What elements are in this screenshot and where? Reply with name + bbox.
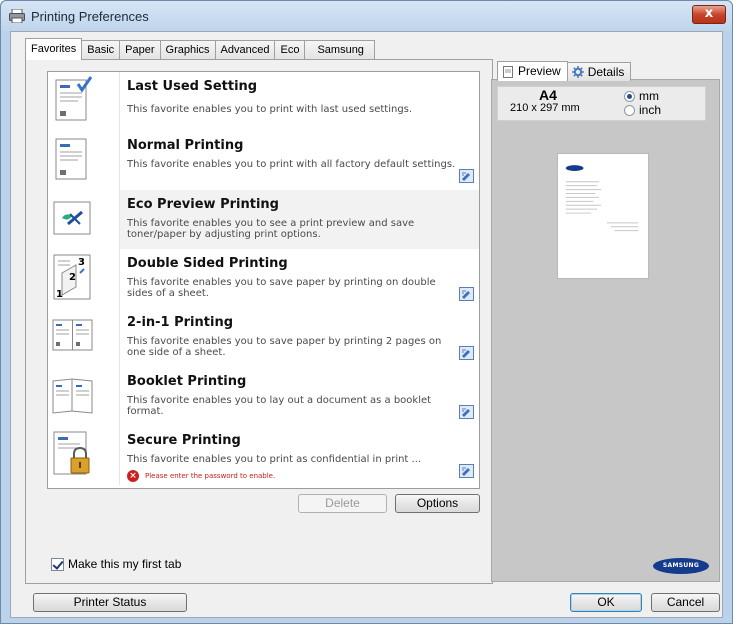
unit-inch-label: inch [639,103,662,117]
preview-page-icon [503,65,513,78]
title-bar[interactable]: Printing Preferences x [1,1,732,31]
cancel-button[interactable]: Cancel [651,593,720,612]
favorite-2-in-1-printing[interactable]: 2-in-1 Printing This favorite enables yo… [48,308,479,367]
favorite-description: This favorite enables you to print with … [127,104,413,115]
last-used-document-icon [55,76,93,121]
edit-favorite-icon[interactable] [459,405,474,419]
preview-tab-strip: Preview Details [497,61,632,81]
svg-text:1: 1 [56,289,63,300]
favorite-description: This favorite enables you to see a print… [127,218,415,240]
window-title: Printing Preferences [31,9,149,24]
tab-basic[interactable]: Basic [81,40,121,60]
favorite-description: This favorite enables you to print with … [127,159,456,170]
favorite-title: Last Used Setting [127,79,258,94]
secure-error-row: × Please enter the password to enable. [127,470,275,482]
samsung-logo: SAMSUNG [653,558,709,574]
favorite-normal-printing[interactable]: Normal Printing This favorite enables yo… [48,131,479,190]
favorite-double-sided-printing[interactable]: 3 2 1 Double Sided Printing This favorit… [48,249,479,308]
booklet-icon [52,378,93,414]
printer-status-button[interactable]: Printer Status [33,593,187,612]
secure-lock-icon [53,431,90,475]
favorite-title: Double Sided Printing [127,256,288,271]
options-button[interactable]: Options [395,494,480,513]
paper-dimensions: 210 x 297 mm [510,102,580,114]
normal-document-icon [55,138,87,180]
favorites-list: Last Used Setting This favorite enables … [47,71,480,489]
favorite-description: This favorite enables you to print as co… [127,454,422,465]
tab-preview[interactable]: Preview [497,61,568,81]
tab-eco[interactable]: Eco [274,40,306,60]
page-preview-thumbnail [557,153,649,279]
favorite-title: Normal Printing [127,138,244,153]
favorite-booklet-printing[interactable]: Booklet Printing This favorite enables y… [48,367,479,426]
edit-favorite-icon[interactable] [459,464,474,478]
tab-paper[interactable]: Paper [119,40,161,60]
eco-leaf-icon [53,201,91,235]
two-in-one-pages-icon [52,319,93,351]
tab-graphics[interactable]: Graphics [159,40,216,60]
tab-preview-label: Preview [518,64,561,78]
printer-icon [9,9,25,23]
main-tab-strip: Favorites Basic Paper Graphics Advanced … [25,38,375,60]
ok-button[interactable]: OK [570,593,642,612]
tab-details[interactable]: Details [566,62,632,81]
favorite-secure-printing[interactable]: Secure Printing This favorite enables yo… [48,426,479,485]
favorite-eco-preview-printing[interactable]: Eco Preview Printing This favorite enabl… [48,190,479,249]
error-icon: × [127,470,139,482]
unit-mm-option[interactable]: mm [624,89,659,103]
favorite-description: This favorite enables you to save paper … [127,277,436,299]
error-message: Please enter the password to enable. [145,472,276,480]
close-button[interactable]: x [692,5,726,24]
svg-text:3: 3 [78,257,85,268]
tab-advanced[interactable]: Advanced [214,40,276,60]
tab-details-label: Details [587,64,625,79]
unit-mm-radio[interactable] [624,90,635,102]
delete-button[interactable]: Delete [298,494,387,513]
favorite-description: This favorite enables you to lay out a d… [127,395,432,417]
paper-size-name: A4 [539,87,557,103]
favorite-title: 2-in-1 Printing [127,315,233,330]
first-tab-checkbox-row[interactable]: Make this my first tab [51,557,181,571]
favorite-title: Secure Printing [127,433,241,448]
first-tab-checkbox[interactable] [51,557,64,571]
favorite-last-used-setting[interactable]: Last Used Setting This favorite enables … [48,72,479,131]
favorite-title: Booklet Printing [127,374,247,389]
favorite-description: This favorite enables you to save paper … [127,336,442,358]
edit-favorite-icon[interactable] [459,169,474,183]
svg-text:2: 2 [69,272,76,283]
edit-favorite-icon[interactable] [459,346,474,360]
details-gear-icon [571,66,584,78]
favorite-title: Eco Preview Printing [127,197,279,212]
duplex-pages-icon: 3 2 1 [53,254,91,300]
tab-favorites[interactable]: Favorites [25,38,83,60]
unit-mm-label: mm [639,89,659,103]
unit-inch-radio[interactable] [624,104,635,116]
first-tab-label: Make this my first tab [68,557,182,571]
edit-favorite-icon[interactable] [459,287,474,301]
unit-inch-option[interactable]: inch [624,103,661,117]
tab-samsung[interactable]: Samsung [304,40,375,60]
